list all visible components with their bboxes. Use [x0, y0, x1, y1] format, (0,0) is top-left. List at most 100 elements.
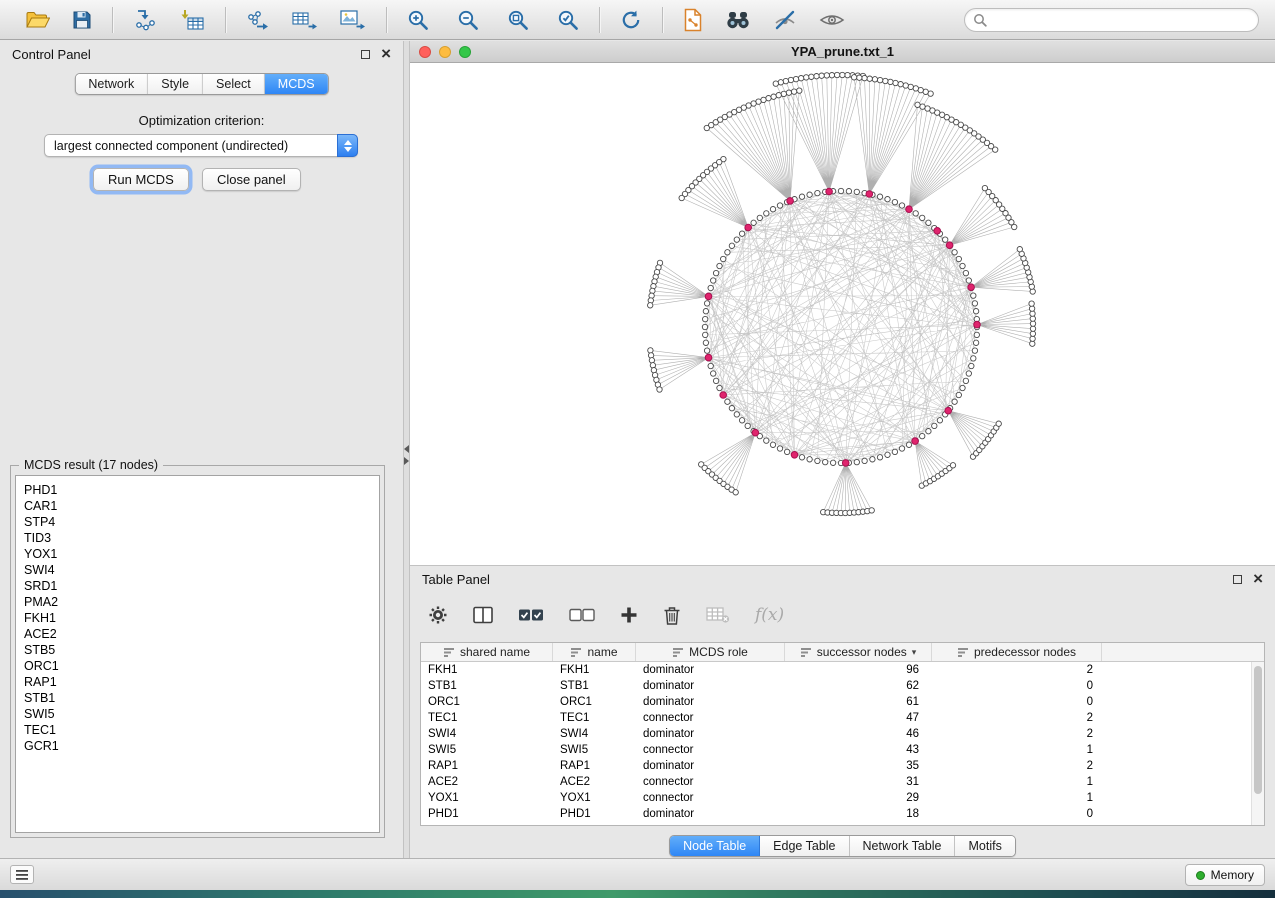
select-all-button[interactable]: [514, 605, 548, 625]
zoom-fit-button[interactable]: [503, 7, 533, 33]
cell-name[interactable]: ORC1: [553, 696, 636, 708]
mcds-result-item[interactable]: RAP1: [24, 674, 379, 690]
cell-successor-nodes[interactable]: 46: [785, 728, 932, 740]
table-row[interactable]: STB1STB1dominator620: [421, 678, 1264, 694]
table-row[interactable]: FKH1FKH1dominator962: [421, 662, 1264, 678]
table-row[interactable]: SWI4SWI4dominator462: [421, 726, 1264, 742]
cell-shared-name[interactable]: ORC1: [421, 696, 553, 708]
cell-predecessor-nodes[interactable]: 1: [932, 776, 1102, 788]
import-table-button[interactable]: [175, 7, 209, 33]
mcds-result-item[interactable]: FKH1: [24, 610, 379, 626]
cell-predecessor-nodes[interactable]: 2: [932, 760, 1102, 772]
cell-successor-nodes[interactable]: 18: [785, 808, 932, 820]
column-header-shared-name[interactable]: shared name: [421, 643, 553, 661]
mcds-result-item[interactable]: PHD1: [24, 482, 379, 498]
add-column-button[interactable]: [616, 604, 642, 626]
tab-edge-table[interactable]: Edge Table: [760, 836, 849, 856]
refresh-view-button[interactable]: [616, 7, 646, 33]
share-document-button[interactable]: [679, 6, 707, 34]
float-panel-icon[interactable]: [361, 50, 370, 59]
cell-predecessor-nodes[interactable]: 0: [932, 808, 1102, 820]
cell-shared-name[interactable]: PHD1: [421, 808, 553, 820]
column-settings-button[interactable]: [424, 603, 452, 627]
mcds-result-item[interactable]: SRD1: [24, 578, 379, 594]
column-header-name[interactable]: name: [553, 643, 636, 661]
birds-eye-view-button[interactable]: [815, 10, 849, 30]
cell-shared-name[interactable]: STB1: [421, 680, 553, 692]
mcds-result-item[interactable]: TID3: [24, 530, 379, 546]
cell-successor-nodes[interactable]: 47: [785, 712, 932, 724]
tab-node-table[interactable]: Node Table: [670, 836, 760, 856]
network-canvas[interactable]: [410, 63, 1275, 565]
cell-predecessor-nodes[interactable]: 2: [932, 712, 1102, 724]
cell-name[interactable]: PHD1: [553, 808, 636, 820]
table-row[interactable]: SWI5SWI5connector431: [421, 742, 1264, 758]
cell-mcds-role[interactable]: dominator: [636, 728, 785, 740]
mcds-result-item[interactable]: SWI4: [24, 562, 379, 578]
cell-mcds-role[interactable]: dominator: [636, 664, 785, 676]
cell-shared-name[interactable]: SWI5: [421, 744, 553, 756]
export-network-button[interactable]: [242, 7, 274, 33]
cell-shared-name[interactable]: ACE2: [421, 776, 553, 788]
cell-mcds-role[interactable]: dominator: [636, 680, 785, 692]
cell-successor-nodes[interactable]: 31: [785, 776, 932, 788]
table-scrollbar[interactable]: [1251, 662, 1264, 825]
cell-mcds-role[interactable]: connector: [636, 744, 785, 756]
mcds-result-item[interactable]: ACE2: [24, 626, 379, 642]
zoom-out-button[interactable]: [453, 7, 483, 33]
export-table-button[interactable]: [288, 7, 322, 33]
cell-name[interactable]: SWI4: [553, 728, 636, 740]
mcds-result-item[interactable]: GCR1: [24, 738, 379, 754]
mcds-result-item[interactable]: ORC1: [24, 658, 379, 674]
import-network-button[interactable]: [129, 7, 161, 33]
cell-successor-nodes[interactable]: 35: [785, 760, 932, 772]
table-row[interactable]: TEC1TEC1connector472: [421, 710, 1264, 726]
tab-network-table[interactable]: Network Table: [850, 836, 956, 856]
cell-successor-nodes[interactable]: 29: [785, 792, 932, 804]
cell-predecessor-nodes[interactable]: 2: [932, 664, 1102, 676]
mcds-result-item[interactable]: STB1: [24, 690, 379, 706]
network-view-titlebar[interactable]: YPA_prune.txt_1: [410, 41, 1275, 63]
cell-predecessor-nodes[interactable]: 1: [932, 792, 1102, 804]
deselect-all-button[interactable]: [565, 605, 599, 625]
table-row[interactable]: PHD1PHD1dominator180: [421, 806, 1264, 822]
mcds-result-item[interactable]: YOX1: [24, 546, 379, 562]
cell-shared-name[interactable]: RAP1: [421, 760, 553, 772]
cell-shared-name[interactable]: TEC1: [421, 712, 553, 724]
column-header-predecessor-nodes[interactable]: predecessor nodes: [932, 643, 1102, 661]
cell-name[interactable]: YOX1: [553, 792, 636, 804]
close-panel-icon[interactable]: ×: [381, 49, 391, 59]
cell-mcds-role[interactable]: dominator: [636, 808, 785, 820]
zoom-in-button[interactable]: [403, 7, 433, 33]
cell-name[interactable]: RAP1: [553, 760, 636, 772]
save-session-button[interactable]: [68, 8, 96, 32]
table-row[interactable]: ACE2ACE2connector311: [421, 774, 1264, 790]
mcds-result-item[interactable]: PMA2: [24, 594, 379, 610]
cell-successor-nodes[interactable]: 96: [785, 664, 932, 676]
open-file-button[interactable]: [22, 8, 54, 32]
mcds-result-list[interactable]: PHD1 CAR1 STP4 TID3 YOX1 SWI4 SRD1 PMA2 …: [15, 475, 380, 833]
run-mcds-button[interactable]: Run MCDS: [93, 168, 189, 191]
cell-predecessor-nodes[interactable]: 1: [932, 744, 1102, 756]
search-input[interactable]: [993, 12, 1250, 27]
cell-shared-name[interactable]: YOX1: [421, 792, 553, 804]
cell-name[interactable]: FKH1: [553, 664, 636, 676]
mcds-result-item[interactable]: STB5: [24, 642, 379, 658]
column-header-mcds-role[interactable]: MCDS role: [636, 643, 785, 661]
splitter-collapse-right-icon[interactable]: [404, 457, 409, 465]
table-scrollbar-thumb[interactable]: [1254, 666, 1262, 794]
mcds-result-item[interactable]: TEC1: [24, 722, 379, 738]
panel-splitter[interactable]: [403, 41, 410, 858]
criterion-dropdown[interactable]: largest connected component (undirected): [44, 134, 358, 157]
table-row[interactable]: ORC1ORC1dominator610: [421, 694, 1264, 710]
cell-successor-nodes[interactable]: 43: [785, 744, 932, 756]
search-network-button[interactable]: [721, 9, 755, 31]
tab-select[interactable]: Select: [203, 74, 265, 94]
table-row[interactable]: RAP1RAP1dominator352: [421, 758, 1264, 774]
toggle-column-layout-button[interactable]: [469, 604, 497, 626]
cell-mcds-role[interactable]: dominator: [636, 760, 785, 772]
cell-shared-name[interactable]: FKH1: [421, 664, 553, 676]
cell-shared-name[interactable]: SWI4: [421, 728, 553, 740]
table-row[interactable]: YOX1YOX1connector291: [421, 790, 1264, 806]
tab-mcds[interactable]: MCDS: [265, 74, 328, 94]
